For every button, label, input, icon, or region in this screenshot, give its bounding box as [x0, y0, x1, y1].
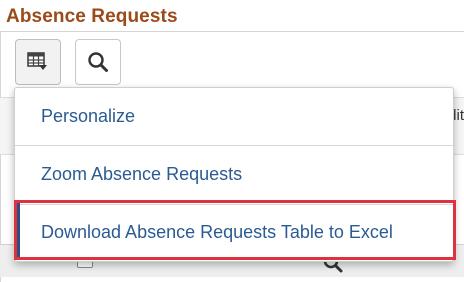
menu-item-personalize[interactable]: Personalize: [15, 88, 453, 144]
search-icon: [86, 50, 110, 74]
menu-item-zoom[interactable]: Zoom Absence Requests: [15, 145, 453, 203]
grid-action-menu: Personalize Zoom Absence Requests Downlo…: [14, 87, 454, 262]
grid-action-menu-button[interactable]: [15, 39, 61, 85]
menu-item-download-excel[interactable]: Download Absence Requests Table to Excel: [15, 204, 453, 260]
search-button[interactable]: [75, 39, 121, 85]
focus-indicator: [17, 203, 20, 257]
page-title: Absence Requests: [6, 6, 178, 27]
grid-menu-icon: [26, 50, 50, 74]
